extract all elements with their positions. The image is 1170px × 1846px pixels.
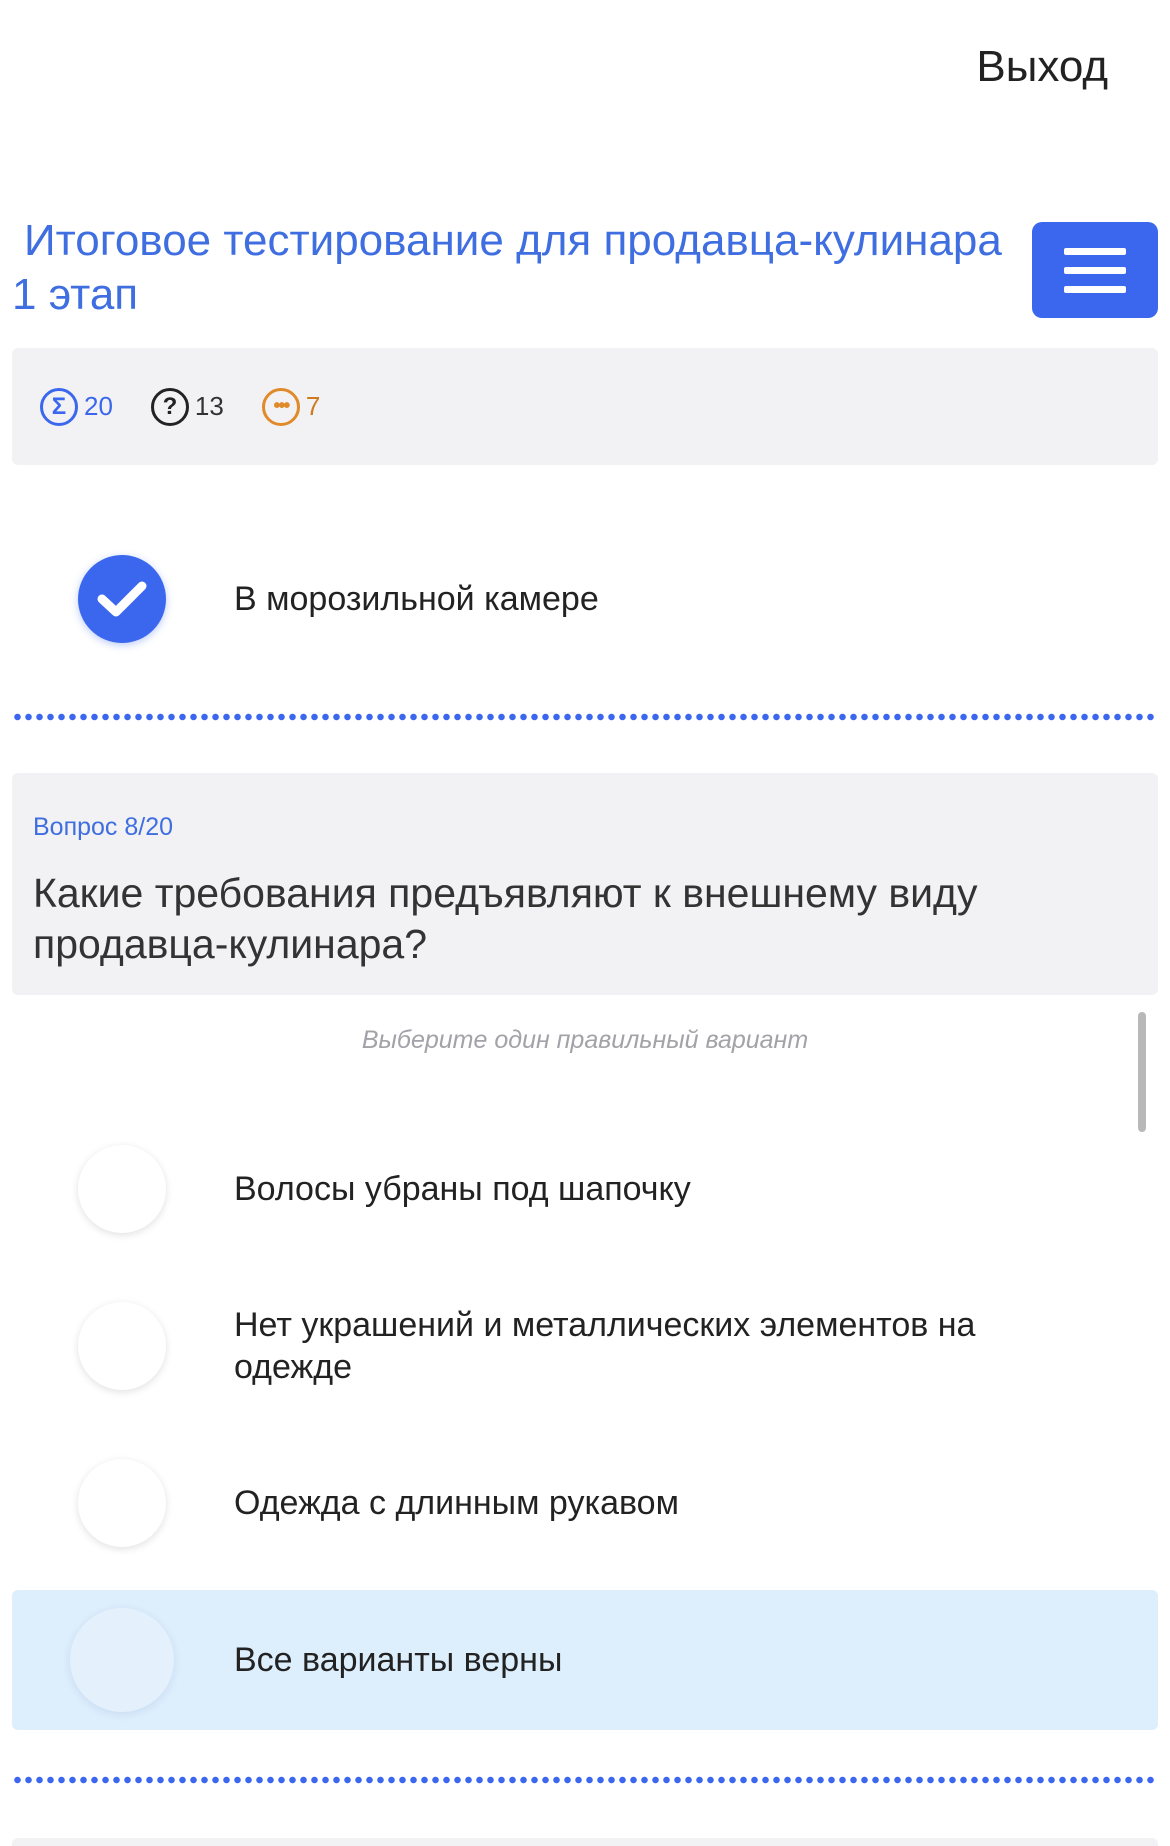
option-1[interactable]: Волосы убраны под шапочку — [12, 1145, 1158, 1233]
hamburger-icon — [1064, 285, 1126, 293]
title-line-1: Итоговое тестирование для продавца-кулин… — [24, 216, 1002, 265]
page-title: Итоговое тестирование для продавца-кулин… — [12, 214, 1012, 322]
divider — [12, 1776, 1158, 1784]
option-4[interactable]: Все варианты верны — [12, 1608, 1158, 1712]
hamburger-icon — [1064, 266, 1126, 274]
option-label: Все варианты верны — [234, 1641, 563, 1679]
sigma-icon: Σ — [40, 387, 78, 426]
prev-option-selected[interactable]: В морозильной камере — [12, 555, 1158, 643]
option-2[interactable]: Нет украшений и металлических элементов … — [12, 1302, 1158, 1390]
stat-remaining: ••• 7 — [261, 387, 321, 426]
checkmark-icon — [97, 581, 147, 617]
ellipsis-icon: ••• — [261, 387, 300, 426]
stat-total-value: 20 — [84, 391, 113, 421]
question-number: Вопрос 8/20 — [33, 813, 174, 841]
question-card: Вопрос 8/20 Какие требования предъявляют… — [12, 773, 1158, 995]
stats-bar: Σ 20 ? 13 ••• 7 — [12, 348, 1158, 465]
answer-hint: Выберите один правильный вариант — [361, 1026, 809, 1054]
question-text: Какие требования предъявляют к внешнему … — [33, 870, 978, 967]
exit-button[interactable]: Выход — [976, 42, 1108, 92]
stat-remaining-value: 7 — [305, 391, 321, 421]
title-line-2: 1 этап — [12, 270, 139, 319]
scrollbar[interactable] — [1138, 1012, 1146, 1132]
radio-button[interactable] — [70, 1608, 174, 1712]
stat-answered-value: 13 — [194, 391, 224, 421]
question-icon: ? — [150, 387, 189, 426]
menu-button[interactable] — [1032, 222, 1158, 318]
divider — [12, 713, 1158, 721]
option-3[interactable]: Одежда с длинным рукавом — [12, 1459, 1158, 1547]
prev-option-label: В морозильной камере — [234, 580, 599, 618]
option-label: Нет украшений и металлических элементов … — [234, 1306, 976, 1386]
radio-checked[interactable] — [78, 555, 166, 643]
radio-button[interactable] — [78, 1459, 166, 1547]
next-question-card — [12, 1838, 1158, 1846]
option-label: Одежда с длинным рукавом — [234, 1484, 679, 1522]
test-page: Выход Итоговое тестирование для продавца… — [0, 0, 1170, 1846]
stat-answered: ? 13 — [150, 387, 224, 426]
stat-total: Σ 20 — [40, 387, 113, 426]
radio-button[interactable] — [78, 1302, 166, 1390]
radio-button[interactable] — [78, 1145, 166, 1233]
option-label: Волосы убраны под шапочку — [234, 1170, 691, 1208]
hamburger-icon — [1064, 247, 1126, 255]
